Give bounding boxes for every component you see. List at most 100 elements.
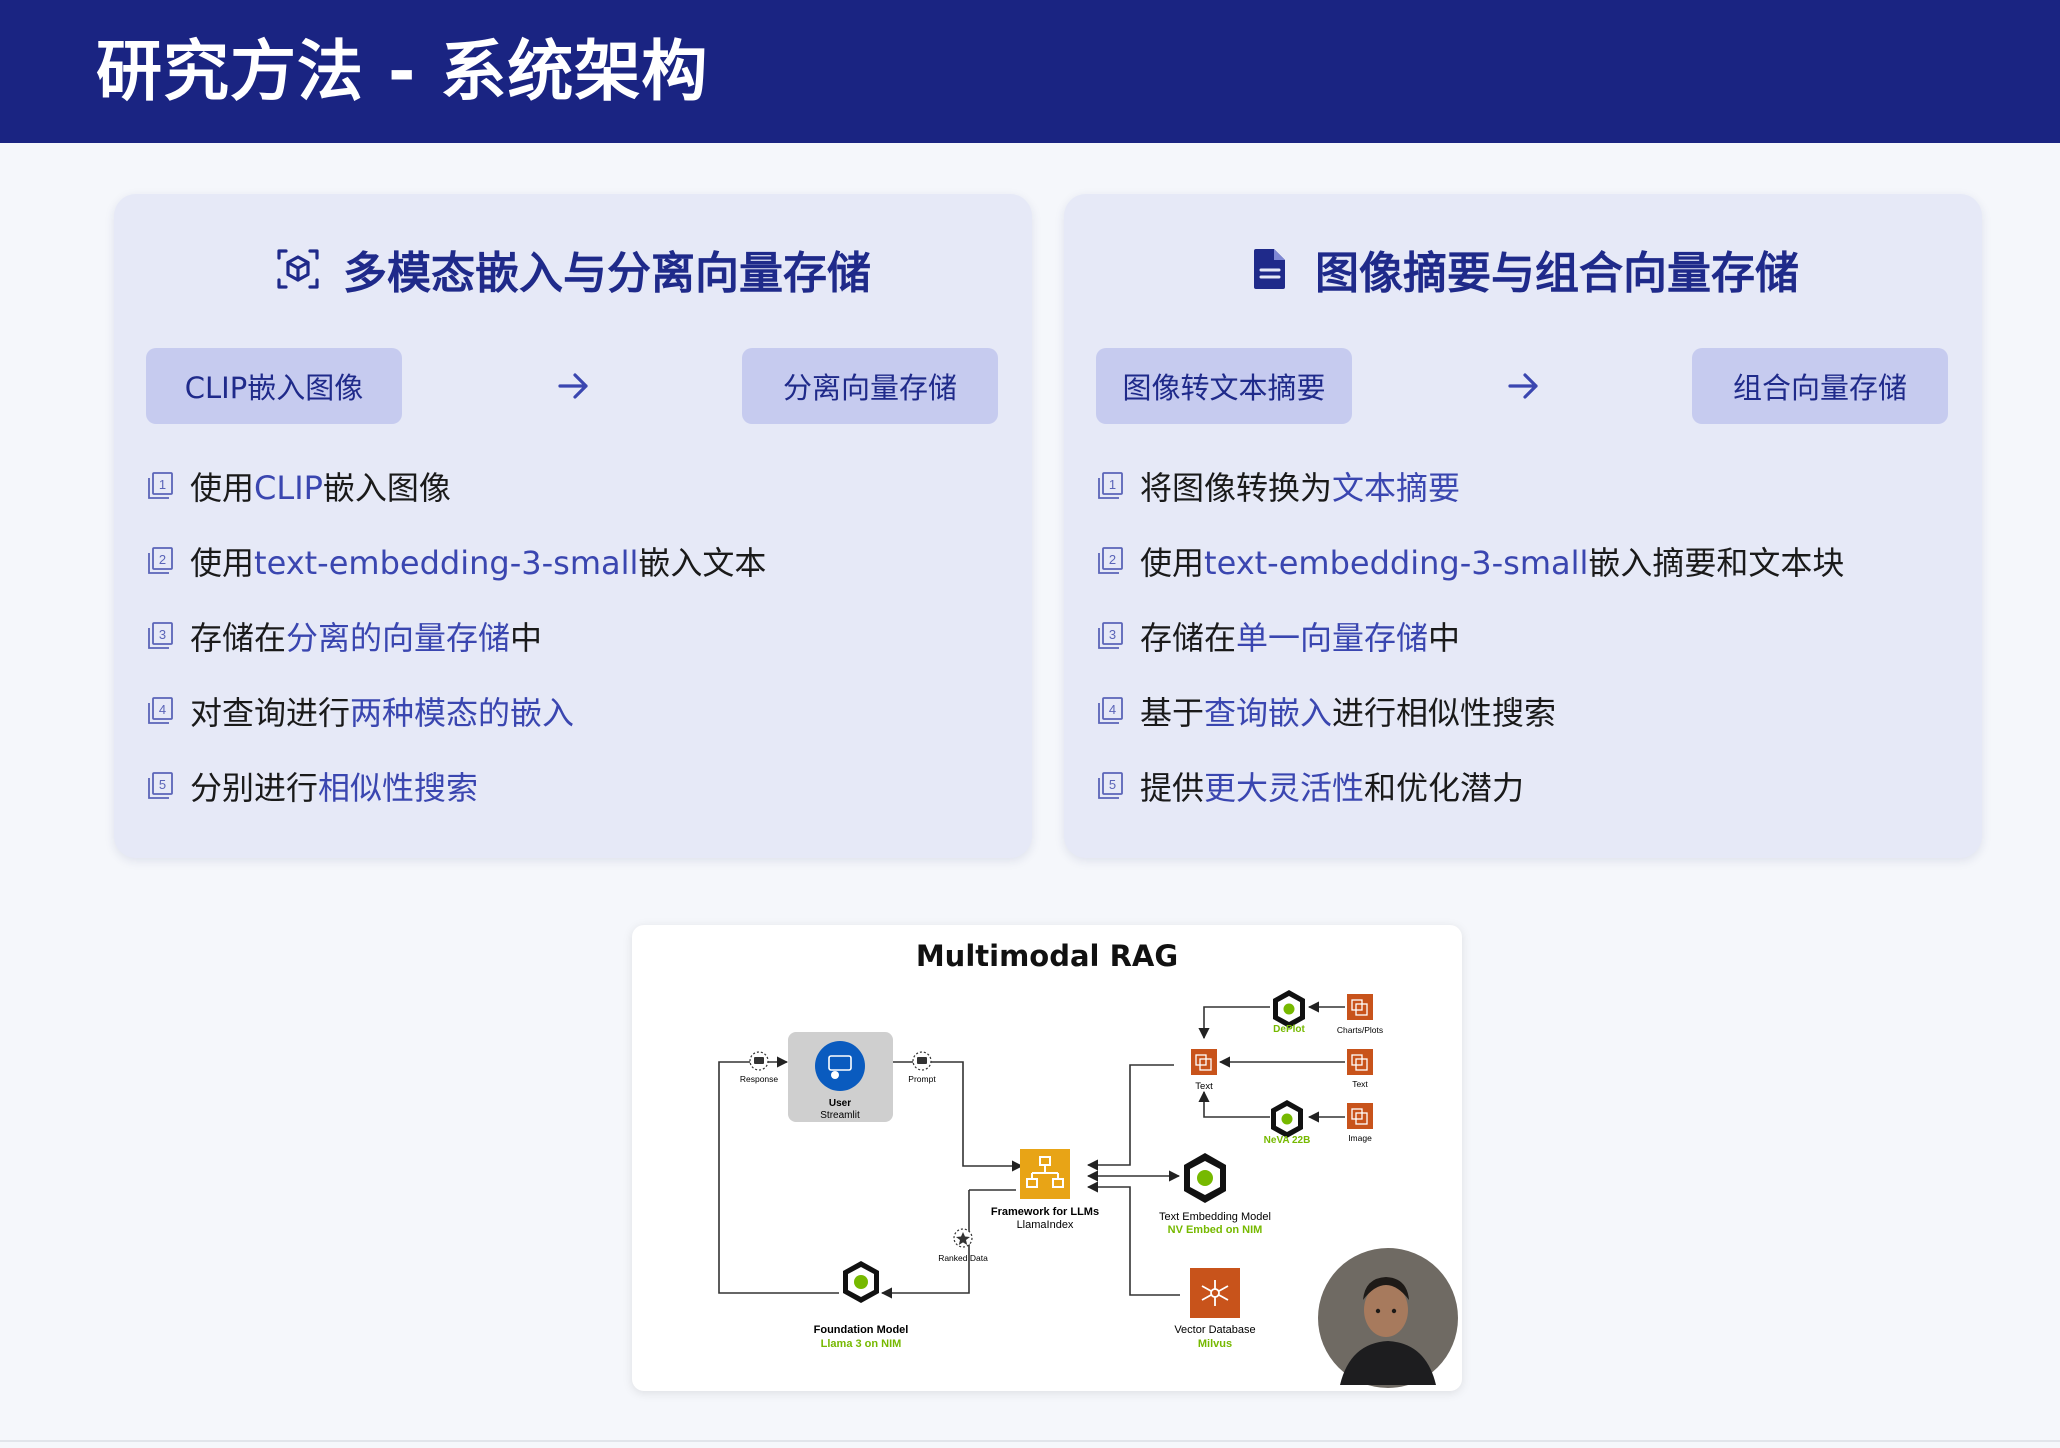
image-source-node: Image bbox=[1347, 1103, 1373, 1143]
feature-list: 1 将图像转换为文本摘要 2 使用text-embedding-3-small嵌… bbox=[1096, 448, 1956, 823]
item-highlight: text-embedding-3-small bbox=[1204, 543, 1589, 582]
item-text: 基于 bbox=[1140, 693, 1205, 732]
vector-database-node: Vector Database Milvus bbox=[1174, 1268, 1256, 1350]
item-text: 中 bbox=[1428, 618, 1461, 657]
item-text: 使用 bbox=[190, 543, 255, 582]
page-header: 研究方法 - 系统架构 bbox=[0, 0, 2060, 143]
item-highlight: 单一向量存储 bbox=[1236, 618, 1429, 657]
list-item: 1 将图像转换为文本摘要 bbox=[1096, 448, 1956, 523]
list-item: 4 对查询进行两种模态的嵌入 bbox=[146, 673, 1006, 748]
number-3-icon: 3 bbox=[148, 621, 173, 649]
text-node: Text bbox=[1191, 1049, 1217, 1092]
charts-label: Charts/Plots bbox=[1337, 1025, 1383, 1035]
foundation-sub-label: Llama 3 on NIM bbox=[821, 1338, 902, 1350]
item-text: 对查询进行 bbox=[190, 693, 351, 732]
text-mid-label: Text bbox=[1195, 1081, 1213, 1092]
number-5-icon: 5 bbox=[1098, 771, 1123, 799]
framework-sub-label: LlamaIndex bbox=[1017, 1219, 1074, 1231]
ranked-data-label: Ranked Data bbox=[938, 1253, 988, 1263]
charts-plots-node: Charts/Plots bbox=[1337, 994, 1383, 1035]
list-item: 4 基于查询嵌入进行相似性搜索 bbox=[1096, 673, 1956, 748]
item-text: 使用 bbox=[190, 468, 255, 507]
card-multimodal-embedding: 多模态嵌入与分离向量存储 CLIP嵌入图像 分离向量存储 1 使用CLIP嵌入图… bbox=[114, 194, 1032, 858]
chat-bubble-icon bbox=[912, 1051, 932, 1071]
svg-text:5: 5 bbox=[159, 777, 166, 792]
cube-icon bbox=[277, 249, 319, 289]
response-label: Response bbox=[740, 1074, 779, 1084]
item-highlight: 分离的向量存储 bbox=[286, 618, 511, 657]
divider bbox=[0, 1440, 2060, 1442]
number-5-icon: 5 bbox=[148, 771, 173, 799]
item-highlight: 查询嵌入 bbox=[1204, 693, 1333, 732]
flow-step-to: 组合向量存储 bbox=[1692, 348, 1948, 424]
process-flow: 图像转文本摘要 组合向量存储 bbox=[1096, 348, 1952, 426]
item-text: 分别进行 bbox=[190, 768, 319, 807]
item-highlight: text-embedding-3-small bbox=[254, 543, 639, 582]
user-sub-label: Streamlit bbox=[820, 1110, 860, 1121]
item-text: 存储在 bbox=[1140, 618, 1237, 657]
card-image-summary: 图像摘要与组合向量存储 图像转文本摘要 组合向量存储 1 将图像转换为文本摘要 … bbox=[1064, 194, 1982, 858]
item-text: 和优化潜力 bbox=[1364, 768, 1525, 807]
text-source-node: Text bbox=[1347, 1049, 1373, 1089]
arrow-right-icon bbox=[558, 373, 588, 399]
framework-label: Framework for LLMs bbox=[991, 1206, 1099, 1218]
number-1-icon: 1 bbox=[1098, 471, 1123, 499]
multimodal-rag-diagram: Multimodal RAG User Streamlit Response P… bbox=[632, 925, 1462, 1391]
item-text: 存储在 bbox=[190, 618, 287, 657]
page-title: 研究方法 - 系统架构 bbox=[96, 33, 709, 110]
text-embedding-node: Text Embedding Model NV Embed on NIM bbox=[1159, 1153, 1271, 1236]
neva-label: NeVA 22B bbox=[1264, 1135, 1311, 1146]
text-right-label: Text bbox=[1352, 1079, 1368, 1089]
list-item: 2 使用text-embedding-3-small嵌入摘要和文本块 bbox=[1096, 523, 1956, 598]
number-2-icon: 2 bbox=[1098, 546, 1123, 574]
item-text: 中 bbox=[510, 618, 543, 657]
arrow-right-icon bbox=[1508, 373, 1538, 399]
user-label: User bbox=[829, 1098, 851, 1109]
number-4-icon: 4 bbox=[1098, 696, 1123, 724]
process-flow: CLIP嵌入图像 分离向量存储 bbox=[146, 348, 1002, 426]
text-embedding-sub-label: NV Embed on NIM bbox=[1168, 1224, 1263, 1236]
svg-text:2: 2 bbox=[159, 552, 166, 567]
star-icon bbox=[953, 1228, 973, 1248]
number-4-icon: 4 bbox=[148, 696, 173, 724]
image-label: Image bbox=[1348, 1133, 1372, 1143]
document-icon bbox=[1254, 249, 1285, 289]
text-embedding-label: Text Embedding Model bbox=[1159, 1211, 1271, 1223]
svg-text:4: 4 bbox=[1109, 702, 1116, 717]
foundation-label: Foundation Model bbox=[814, 1324, 909, 1336]
svg-text:2: 2 bbox=[1109, 552, 1116, 567]
item-text: 进行相似性搜索 bbox=[1332, 693, 1557, 732]
number-3-icon: 3 bbox=[1098, 621, 1123, 649]
item-highlight: 相似性搜索 bbox=[318, 768, 479, 807]
item-text: 提供 bbox=[1140, 768, 1205, 807]
card-title: 图像摘要与组合向量存储 bbox=[1064, 234, 1982, 304]
neva-node: NeVA 22B bbox=[1264, 1100, 1311, 1146]
vector-db-sub-label: Milvus bbox=[1198, 1338, 1232, 1350]
number-1-icon: 1 bbox=[148, 471, 173, 499]
item-text: 嵌入摘要和文本块 bbox=[1588, 543, 1845, 582]
flow-step-from: 图像转文本摘要 bbox=[1096, 348, 1352, 424]
feature-list: 1 使用CLIP嵌入图像 2 使用text-embedding-3-small嵌… bbox=[146, 448, 1006, 823]
list-item: 2 使用text-embedding-3-small嵌入文本 bbox=[146, 523, 1006, 598]
svg-text:3: 3 bbox=[159, 627, 166, 642]
item-text: 将图像转换为 bbox=[1140, 468, 1333, 507]
item-text: 嵌入图像 bbox=[322, 468, 451, 507]
foundation-model-node: Foundation Model Llama 3 on NIM bbox=[814, 1261, 909, 1350]
item-highlight: 更大灵活性 bbox=[1204, 768, 1365, 807]
card-heading: 图像摘要与组合向量存储 bbox=[1315, 248, 1799, 299]
svg-text:5: 5 bbox=[1109, 777, 1116, 792]
deplot-label: DePlot bbox=[1273, 1024, 1305, 1035]
list-item: 1 使用CLIP嵌入图像 bbox=[146, 448, 1006, 523]
item-text: 使用 bbox=[1140, 543, 1205, 582]
list-item: 3 存储在单一向量存储中 bbox=[1096, 598, 1956, 673]
deplot-node: DePlot bbox=[1273, 990, 1306, 1035]
vector-db-label: Vector Database bbox=[1174, 1324, 1255, 1336]
chat-bubble-icon bbox=[749, 1051, 769, 1071]
list-item: 5 分别进行相似性搜索 bbox=[146, 748, 1006, 823]
card-heading: 多模态嵌入与分离向量存储 bbox=[343, 248, 871, 299]
card-title: 多模态嵌入与分离向量存储 bbox=[114, 234, 1032, 304]
number-2-icon: 2 bbox=[148, 546, 173, 574]
prompt-label: Prompt bbox=[908, 1074, 936, 1084]
svg-text:4: 4 bbox=[159, 702, 166, 717]
user-node: User Streamlit bbox=[788, 1032, 893, 1122]
